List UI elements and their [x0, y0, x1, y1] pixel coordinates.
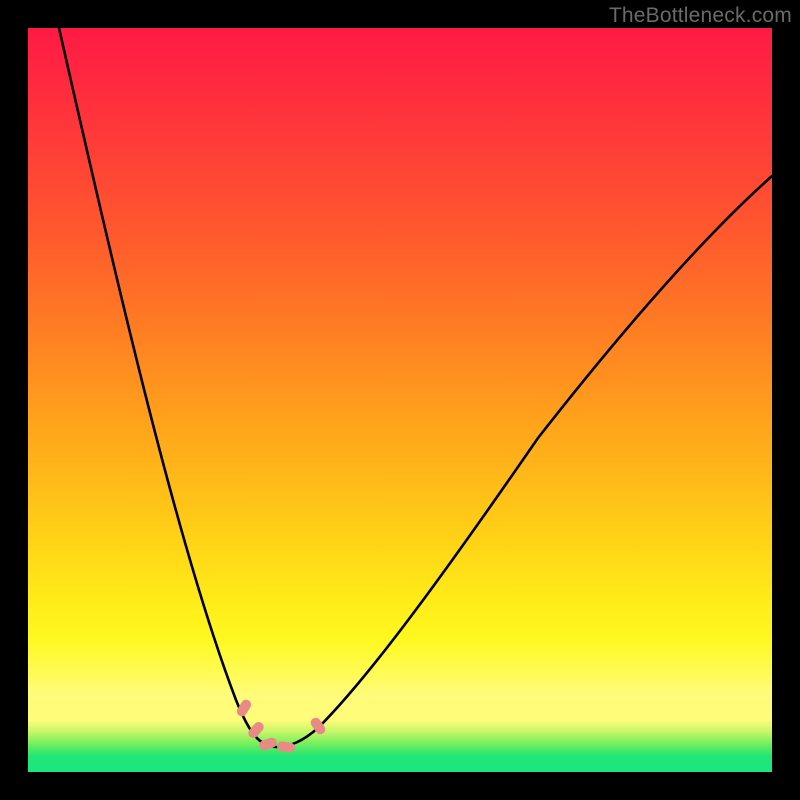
- plot-area: [28, 28, 772, 772]
- bottleneck-curve: [59, 28, 772, 747]
- watermark-text: TheBottleneck.com: [609, 4, 792, 28]
- curve-layer: [28, 28, 772, 772]
- marker-dot: [258, 736, 278, 751]
- chart-frame: TheBottleneck.com: [0, 0, 800, 800]
